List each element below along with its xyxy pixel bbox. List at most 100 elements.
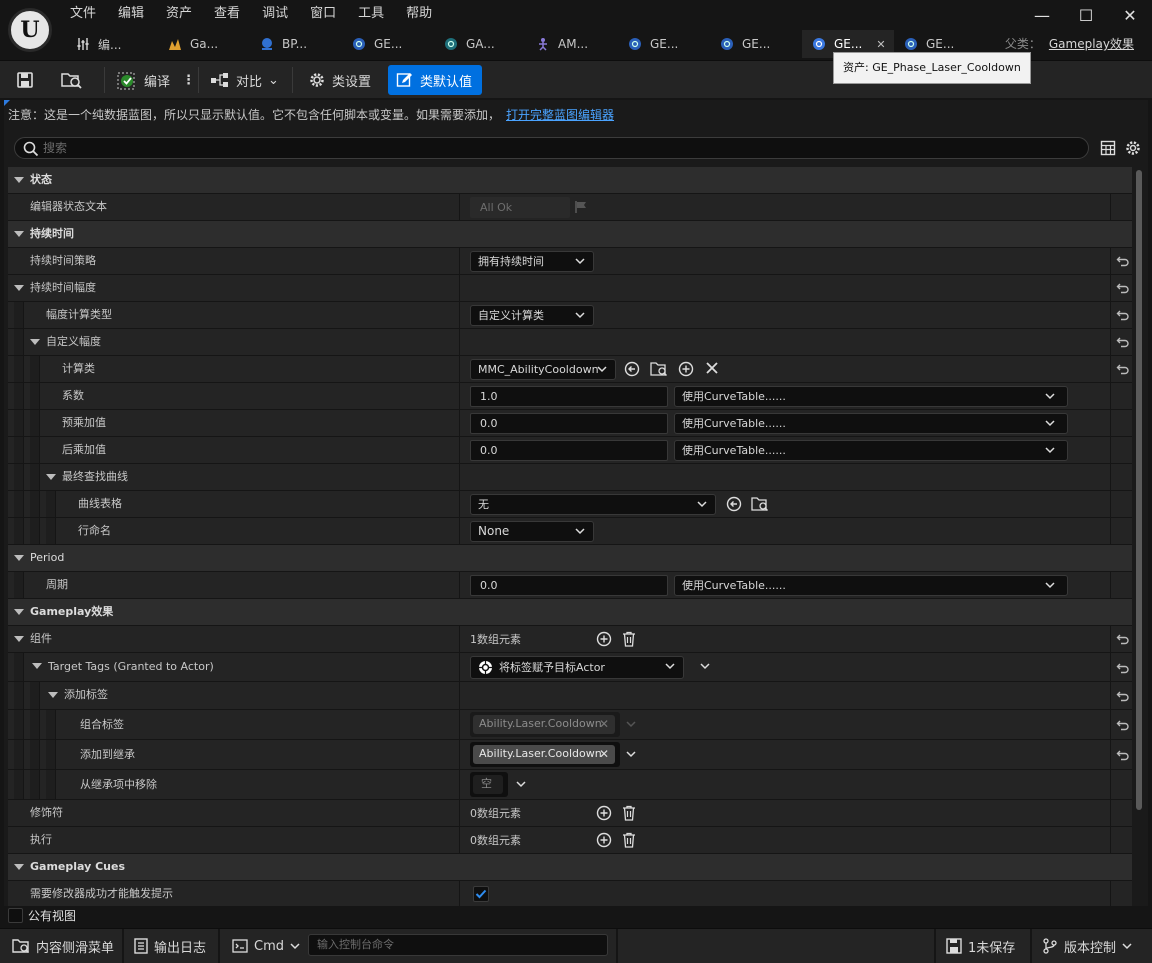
reset-to-default-icon[interactable] <box>1116 718 1130 732</box>
settings-gear-icon[interactable] <box>1124 139 1142 157</box>
property-components[interactable]: 组件 1数组元素 <box>8 626 1132 653</box>
property-add-tags[interactable]: 添加标签 <box>8 682 1132 710</box>
browse-button[interactable] <box>60 65 84 95</box>
curve-table-dropdown[interactable]: 使用CurveTable...... <box>674 413 1068 434</box>
chevron-down-icon[interactable] <box>626 751 636 758</box>
category-duration[interactable]: 持续时间 <box>8 221 1132 248</box>
reset-to-default-icon[interactable] <box>1116 689 1130 703</box>
period-input[interactable]: 0.0 <box>470 575 668 596</box>
menu-help[interactable]: 帮助 <box>396 4 444 24</box>
console-input[interactable] <box>317 938 607 951</box>
curve-table-dropdown[interactable]: 使用CurveTable...... <box>674 440 1068 461</box>
minimize-icon[interactable]: — <box>1020 0 1064 30</box>
close-window-icon[interactable]: ✕ <box>1108 0 1152 30</box>
close-tab-icon[interactable]: ✕ <box>876 38 885 51</box>
compile-button[interactable]: 编译 ⋮ <box>116 65 195 95</box>
reset-to-default-icon[interactable] <box>1116 281 1130 295</box>
scrollbar-thumb[interactable] <box>1136 170 1142 810</box>
unreal-logo-icon[interactable]: U <box>8 8 52 52</box>
vertical-scrollbar[interactable] <box>1132 170 1146 906</box>
tab-gameplay[interactable]: Ga... <box>158 30 250 58</box>
search-input[interactable] <box>43 140 1043 156</box>
unsaved-button[interactable]: 1未保存 <box>946 935 1015 957</box>
category-gameplay-cues[interactable]: Gameplay Cues <box>8 854 1132 881</box>
maximize-icon[interactable]: ☐ <box>1064 0 1108 30</box>
diff-button[interactable]: 对比 ⌄ <box>210 65 279 95</box>
magnitude-calc-type-dropdown[interactable]: 自定义计算类 <box>470 305 594 326</box>
use-selected-icon[interactable] <box>726 496 742 512</box>
category-gameplay-effect[interactable]: Gameplay效果 <box>8 599 1132 626</box>
content-drawer-button[interactable]: 内容侧滑菜单 <box>12 935 114 957</box>
save-button[interactable] <box>16 65 34 95</box>
add-element-icon[interactable] <box>596 805 612 821</box>
added-tag-chip[interactable]: Ability.Laser.Cooldown ✕ <box>473 745 615 764</box>
browse-folder-icon[interactable] <box>650 361 668 377</box>
removed-tags-container[interactable]: 空 <box>470 772 508 797</box>
tab-bp[interactable]: BP... <box>250 30 342 58</box>
category-period[interactable]: Period <box>8 545 1132 572</box>
menu-asset[interactable]: 资产 <box>156 4 204 24</box>
reset-to-default-icon[interactable] <box>1116 661 1130 675</box>
property-custom-magnitude[interactable]: 自定义幅度 <box>8 329 1132 356</box>
open-full-editor-link[interactable]: 打开完整蓝图编辑器 <box>506 108 614 122</box>
tab-ge-3[interactable]: GE... <box>710 30 802 58</box>
use-selected-icon[interactable] <box>624 361 640 377</box>
coefficient-input[interactable]: 1.0 <box>470 386 668 407</box>
trash-icon[interactable] <box>622 631 636 647</box>
curve-table-dropdown[interactable]: 使用CurveTable...... <box>674 386 1068 407</box>
post-multiply-input[interactable]: 0.0 <box>470 440 668 461</box>
class-settings-button[interactable]: 类设置 <box>308 65 371 95</box>
add-element-icon[interactable] <box>596 631 612 647</box>
menu-view[interactable]: 查看 <box>204 4 252 24</box>
property-duration-magnitude[interactable]: 持续时间幅度 <box>8 275 1132 302</box>
category-status[interactable]: 状态 <box>8 167 1132 194</box>
curve-table-picker[interactable]: 无 <box>470 494 716 515</box>
menu-file[interactable]: 文件 <box>60 4 108 24</box>
parent-class-link[interactable]: Gameplay效果 <box>1049 37 1134 51</box>
clear-icon[interactable] <box>705 361 719 375</box>
class-defaults-button[interactable]: 类默认值 <box>388 65 483 95</box>
indent-guide <box>14 653 24 681</box>
status-bar: 内容侧滑菜单 输出日志 Cmd 1未保存 版本控制 <box>0 928 1152 963</box>
row-name-dropdown[interactable]: None <box>470 521 594 542</box>
remove-tag-icon[interactable]: ✕ <box>599 745 609 763</box>
tab-ge-2[interactable]: GE... <box>618 30 710 58</box>
duration-policy-dropdown[interactable]: 拥有持续时间 <box>470 251 594 272</box>
tab-ge-1[interactable]: GE... <box>342 30 434 58</box>
cmd-dropdown[interactable]: Cmd <box>232 935 300 957</box>
reset-to-default-icon[interactable] <box>1116 362 1130 376</box>
table-view-icon[interactable] <box>1100 140 1116 156</box>
add-element-icon[interactable] <box>596 832 612 848</box>
property-final-lookup-curve[interactable]: 最终查找曲线 <box>8 464 1132 491</box>
target-tags-component-dropdown[interactable]: 将标签赋予目标Actor <box>470 656 684 679</box>
reset-to-default-icon[interactable] <box>1116 748 1130 762</box>
chevron-down-icon[interactable] <box>700 663 710 670</box>
reset-to-default-icon[interactable] <box>1116 632 1130 646</box>
compile-options-icon[interactable]: ⋮ <box>182 73 195 88</box>
reset-to-default-icon[interactable] <box>1116 335 1130 349</box>
browse-folder-icon[interactable] <box>751 496 769 512</box>
pre-multiply-input[interactable]: 0.0 <box>470 413 668 434</box>
chevron-down-icon[interactable] <box>516 781 526 788</box>
tab-am[interactable]: AM... <box>526 30 618 58</box>
added-tags-container[interactable]: Ability.Laser.Cooldown ✕ <box>470 742 620 767</box>
menu-tools[interactable]: 工具 <box>348 4 396 24</box>
add-icon[interactable] <box>678 361 694 377</box>
menu-debug[interactable]: 调试 <box>252 4 300 24</box>
trash-icon[interactable] <box>622 805 636 821</box>
tab-ga[interactable]: GA... <box>434 30 526 58</box>
trash-icon[interactable] <box>622 832 636 848</box>
property-target-tags[interactable]: Target Tags (Granted to Actor) 将标签赋予目标Ac… <box>8 653 1132 682</box>
require-modifier-success-checkbox[interactable] <box>473 886 489 902</box>
public-view-checkbox[interactable] <box>8 908 23 923</box>
output-log-button[interactable]: 输出日志 <box>134 935 206 957</box>
menu-edit[interactable]: 编辑 <box>108 4 156 24</box>
property-label: 持续时间策略 <box>30 254 96 267</box>
curve-table-dropdown[interactable]: 使用CurveTable...... <box>674 575 1068 596</box>
menu-window[interactable]: 窗口 <box>300 4 348 24</box>
source-control-button[interactable]: 版本控制 <box>1042 935 1132 957</box>
tab-editor[interactable]: 编... <box>66 30 158 58</box>
reset-to-default-icon[interactable] <box>1116 254 1130 268</box>
reset-to-default-icon[interactable] <box>1116 308 1130 322</box>
calc-class-picker[interactable]: MMC_AbilityCooldown <box>470 359 616 380</box>
